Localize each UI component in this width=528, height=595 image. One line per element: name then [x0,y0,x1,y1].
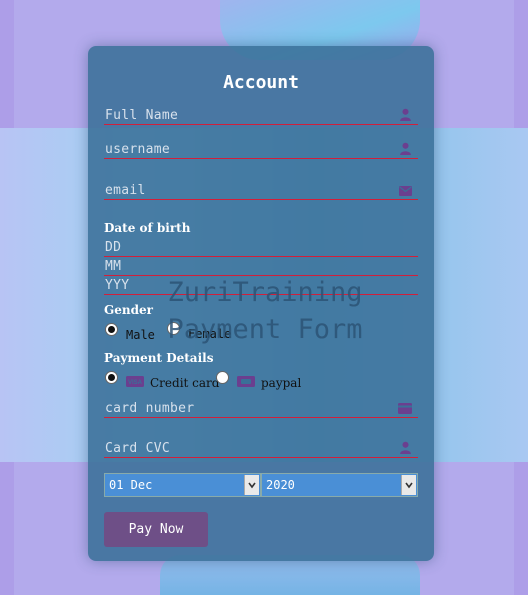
form-title: Account [223,72,299,93]
paypal-icon [237,376,255,387]
envelope-icon [399,186,412,196]
user-icon [400,142,411,155]
username-placeholder: username [105,142,171,157]
dob-month-placeholder: MM [105,259,122,274]
gender-female-label: Female [188,327,232,341]
payment-paypal-label: paypal [261,376,302,390]
full-name-placeholder: Full Name [105,108,179,123]
chevron-down-icon [401,475,416,495]
expiry-month-select[interactable]: 01 Dec [104,473,261,497]
dob-year-field[interactable]: YYY [104,276,418,295]
background-bottom-illustration [160,555,420,595]
credit-card-icon [398,403,412,414]
dob-day-placeholder: DD [105,240,122,255]
expiry-year-value: 2020 [266,478,295,492]
gender-female-radio[interactable] [167,322,180,335]
dob-label: Date of birth [104,221,191,235]
full-name-field[interactable]: Full Name [104,104,418,125]
email-placeholder: email [105,183,146,198]
dob-month-field[interactable]: MM [104,257,418,276]
user-icon [400,108,411,121]
dob-year-placeholder: YYY [105,278,130,293]
card-cvc-placeholder: Card CVC [105,441,171,456]
payment-credit-card-label: Credit card [150,376,220,390]
expiry-year-select[interactable]: 2020 [261,473,418,497]
pay-now-button[interactable]: Pay Now [104,512,208,547]
user-icon [400,441,411,454]
chevron-down-icon [244,475,259,495]
account-form-card: Account Full Name username email Date of… [88,46,434,561]
card-number-field[interactable]: card number [104,397,418,418]
gender-male-label: Male [126,328,155,342]
card-number-placeholder: card number [105,401,195,416]
email-field[interactable]: email [104,179,418,200]
svg-text:VISA: VISA [128,380,143,386]
username-field[interactable]: username [104,138,418,159]
payment-details-label: Payment Details [104,351,214,365]
gender-male-radio[interactable] [105,323,118,336]
gender-label: Gender [104,303,153,317]
dob-day-field[interactable]: DD [104,237,418,257]
payment-credit-card-radio[interactable] [105,371,118,384]
visa-icon: VISA [126,376,144,387]
payment-paypal-radio[interactable] [216,371,229,384]
card-cvc-field[interactable]: Card CVC [104,437,418,458]
expiry-month-value: 01 Dec [109,478,153,492]
